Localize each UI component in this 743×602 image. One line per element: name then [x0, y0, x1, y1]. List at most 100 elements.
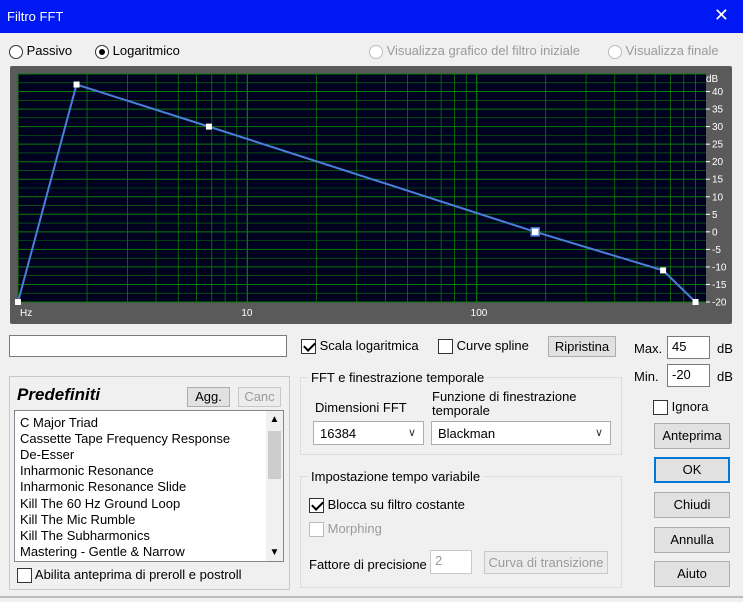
radio-passivo-label: Passivo	[26, 43, 73, 58]
y-tick-label: 10	[712, 192, 724, 203]
scroll-down-icon[interactable]: ▼	[266, 544, 283, 561]
chevron-down-icon: ∨	[594, 427, 603, 439]
radio-passivo[interactable]: Passivo	[9, 43, 72, 59]
fft-group-title: FFT e finestrazione temporale	[308, 370, 488, 385]
y-tick-label: 35	[712, 105, 724, 116]
scroll-up-icon[interactable]: ▲	[266, 411, 283, 428]
list-item[interactable]: Cassette Tape Frequency Response	[20, 431, 230, 446]
help-button[interactable]: Aiuto	[654, 561, 730, 587]
add-preset-button[interactable]: Agg.	[187, 387, 230, 407]
max-db-input[interactable]: 45	[667, 336, 710, 359]
scroll-thumb[interactable]	[268, 431, 281, 479]
ignore-checkbox[interactable]: Ignora	[653, 399, 709, 416]
radio-indicator	[95, 44, 109, 59]
list-item[interactable]: Inharmonic Resonance	[20, 463, 154, 478]
filter-graph[interactable]: Hz 10 100 dB 40 35 30 25 20 15 10 5 0 -5 -10 -15 -20	[10, 66, 732, 324]
list-item[interactable]: De-Esser	[20, 447, 74, 462]
y-tick-label: 0	[712, 227, 718, 238]
lock-constant-label: Blocca su filtro costante	[327, 497, 465, 512]
lock-constant-checkbox[interactable]: Blocca su filtro costante	[309, 497, 465, 514]
min-label: Min.	[634, 369, 659, 384]
presets-title: Predefiniti	[17, 385, 101, 404]
bottom-divider	[0, 596, 743, 598]
control-point[interactable]	[692, 299, 699, 305]
y-tick-label: -15	[712, 280, 727, 291]
checkbox-indicator	[17, 568, 32, 584]
radio-indicator	[369, 44, 383, 59]
control-point[interactable]	[73, 81, 80, 88]
radio-logaritmico[interactable]: Logaritmico	[95, 43, 180, 59]
y-tick-label: 15	[712, 175, 724, 186]
checkbox-indicator	[309, 522, 324, 538]
control-point[interactable]	[660, 267, 667, 274]
list-item[interactable]: Mastering - Gentle & Narrow	[20, 544, 185, 559]
log-scale-checkbox[interactable]: Scala logaritmica	[301, 338, 419, 355]
spline-label: Curve spline	[456, 338, 529, 353]
ok-button[interactable]: OK	[654, 457, 730, 483]
precision-label: Fattore di precisione	[309, 557, 427, 572]
y-tick-label: 40	[712, 87, 724, 98]
radio-logaritmico-label: Logaritmico	[112, 43, 180, 58]
list-item[interactable]: Kill The Subharmonics	[20, 528, 150, 543]
control-point[interactable]	[205, 123, 212, 130]
spline-checkbox[interactable]: Curve spline	[438, 338, 529, 355]
y-tick-label: 20	[712, 157, 724, 168]
delete-preset-button[interactable]: Canc	[238, 387, 281, 407]
y-tick-label: -5	[712, 245, 721, 256]
window-title: Filtro FFT	[7, 9, 64, 24]
window-function-value: Blackman	[438, 426, 496, 441]
max-label: Max.	[634, 341, 663, 356]
fft-size-value: 16384	[320, 426, 357, 441]
list-item[interactable]: C Major Triad	[20, 415, 98, 430]
window-function-select[interactable]: Blackman ∨	[431, 421, 611, 445]
y-tick-label: 30	[712, 122, 724, 133]
close-button[interactable]: Chiudi	[654, 492, 730, 518]
preview-button[interactable]: Anteprima	[654, 423, 730, 449]
ignore-label: Ignora	[671, 399, 709, 414]
y-tick-label: 25	[712, 140, 724, 151]
title-bar: Filtro FFT ✕	[0, 0, 743, 33]
presets-list[interactable]: C Major Triad Cassette Tape Frequency Re…	[14, 410, 284, 562]
checkbox-indicator	[301, 339, 316, 355]
cancel-button[interactable]: Annulla	[654, 527, 730, 553]
radio-view-final-label: Visualizza finale	[625, 43, 719, 58]
precision-input[interactable]: 2	[430, 550, 472, 574]
y-tick-label: -20	[712, 298, 727, 309]
radio-view-final[interactable]: Visualizza finale	[608, 43, 719, 59]
list-item[interactable]: Kill The 60 Hz Ground Loop	[20, 496, 180, 511]
x-unit-label: Hz	[20, 308, 32, 319]
fft-size-select[interactable]: 16384 ∨	[313, 421, 424, 445]
radio-view-initial[interactable]: Visualizza grafico del filtro iniziale	[369, 43, 580, 59]
status-field	[9, 335, 287, 357]
preroll-checkbox[interactable]: Abilita anteprima di preroll e postroll	[17, 567, 242, 584]
morphing-checkbox[interactable]: Morphing	[309, 521, 382, 538]
x-tick-label: 10	[241, 308, 253, 319]
y-unit-label: dB	[706, 74, 719, 85]
preroll-label: Abilita anteprima di preroll e postroll	[34, 567, 242, 582]
radio-view-initial-label: Visualizza grafico del filtro iniziale	[386, 43, 581, 58]
chevron-down-icon: ∨	[407, 427, 416, 439]
timevar-group-title: Impostazione tempo variabile	[308, 469, 484, 484]
control-point[interactable]	[15, 299, 21, 305]
fft-size-label: Dimensioni FFT	[315, 400, 407, 415]
presets-scrollbar[interactable]: ▲ ▼	[266, 411, 283, 561]
transition-curve-button[interactable]: Curva di transizione	[484, 551, 608, 574]
morphing-label: Morphing	[327, 521, 382, 536]
reset-button[interactable]: Ripristina	[548, 336, 616, 357]
list-item[interactable]: Inharmonic Resonance Slide	[20, 479, 186, 494]
checkbox-indicator	[438, 339, 453, 355]
y-tick-label: -10	[712, 262, 727, 273]
x-tick-label: 100	[471, 308, 488, 319]
log-scale-label: Scala logaritmica	[319, 338, 419, 353]
checkbox-indicator	[309, 498, 324, 514]
window-function-label: Funzione di finestrazione temporale	[432, 389, 577, 418]
list-item[interactable]: Kill The Mic Rumble	[20, 512, 135, 527]
filter-graph-frame: Hz 10 100 dB 40 35 30 25 20 15 10 5 0 -5 -10 -15 -20	[10, 66, 732, 324]
min-db-input[interactable]: -20	[667, 364, 710, 387]
checkbox-indicator	[653, 400, 668, 416]
control-point[interactable]	[530, 227, 540, 237]
max-unit: dB	[717, 341, 733, 356]
radio-indicator	[9, 44, 23, 59]
y-tick-label: 5	[712, 210, 718, 221]
close-icon[interactable]: ✕	[714, 5, 729, 25]
